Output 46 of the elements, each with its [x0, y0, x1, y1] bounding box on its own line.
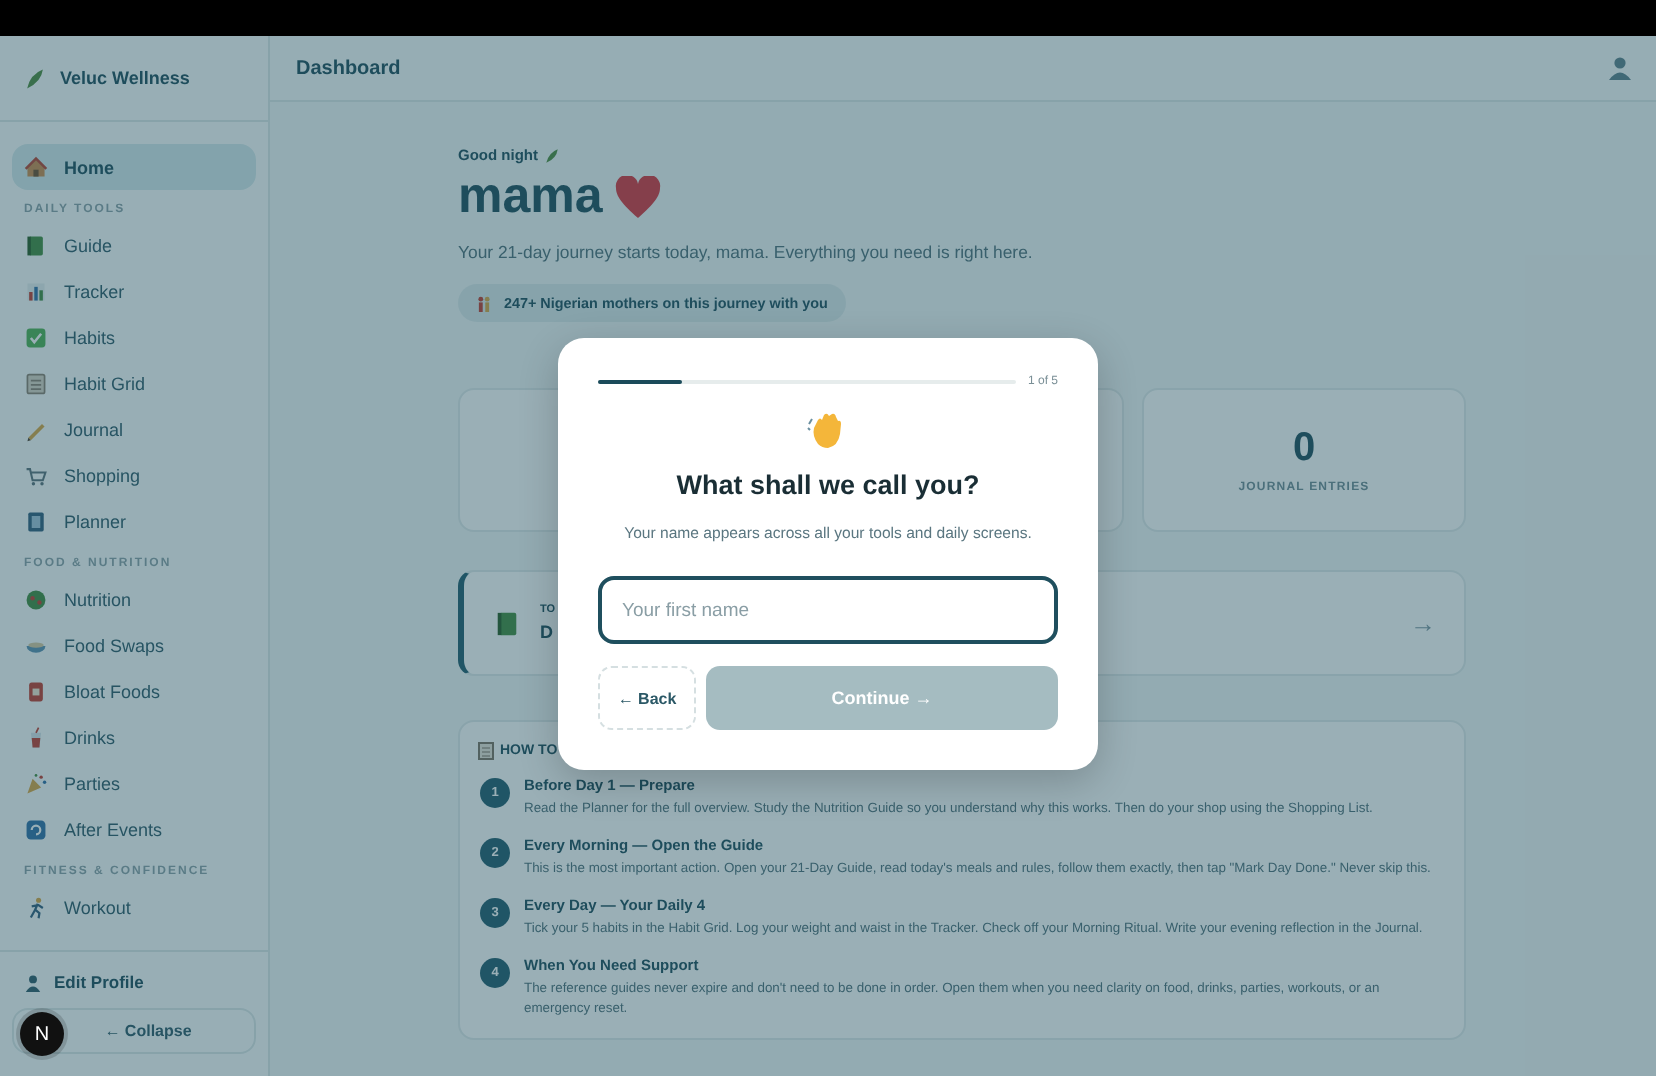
notebook-icon — [24, 509, 48, 533]
nav-item[interactable]: Habits — [12, 314, 256, 360]
name-field[interactable]: Your first name — [598, 576, 1058, 644]
nav-item[interactable]: Food Swaps — [12, 622, 256, 668]
refresh-icon — [24, 817, 48, 841]
page-title: Dashboard — [296, 57, 401, 79]
nav-item[interactable]: Drinks — [12, 714, 256, 760]
intro-text: Your 21-day journey starts today, mama. Everything you need is right here. — [458, 242, 1035, 262]
can-icon — [24, 679, 48, 703]
back-button[interactable]: ← Back — [598, 666, 696, 730]
edit-profile-link[interactable]: Edit Profile — [12, 972, 256, 992]
stat-value: 0 — [1292, 426, 1316, 472]
party-popper-icon — [24, 771, 48, 795]
leaf-icon — [544, 147, 560, 163]
nav-item[interactable]: Bloat Foods — [12, 668, 256, 714]
home-icon — [24, 155, 48, 179]
nav-item[interactable]: Habit Grid — [12, 360, 256, 406]
nav-item[interactable]: Workout — [12, 884, 256, 930]
bar-chart-icon — [24, 279, 48, 303]
people-icon — [476, 295, 492, 311]
person-icon — [24, 973, 42, 991]
nav-item[interactable]: Parties — [12, 760, 256, 806]
user-icon[interactable] — [1608, 56, 1632, 80]
brand-name: Veluc Wellness — [60, 68, 190, 88]
nav-item[interactable]: Planner — [12, 498, 256, 544]
grid-icon — [24, 371, 48, 395]
nav-item[interactable]: Journal — [12, 406, 256, 452]
today-title: D — [540, 622, 553, 642]
user-name: mama — [458, 168, 603, 226]
nav-item[interactable]: Shopping — [12, 452, 256, 498]
runner-icon — [24, 895, 48, 919]
nav-item[interactable]: Guide — [12, 222, 256, 268]
nav-item[interactable]: Home — [12, 144, 256, 190]
nav-item[interactable]: After Events — [12, 806, 256, 852]
book-icon — [494, 609, 520, 637]
heart-icon — [614, 175, 663, 219]
leaf-icon — [24, 67, 46, 89]
dialog-title: What shall we call you? — [676, 470, 980, 500]
book-icon — [24, 233, 48, 257]
notepad-icon — [478, 742, 494, 760]
plate-icon — [24, 587, 48, 611]
checkbox-icon — [24, 325, 48, 349]
nav-item[interactable]: Tracker — [12, 268, 256, 314]
nav-item[interactable]: Nutrition — [12, 576, 256, 622]
arrow-icon: → — [1410, 608, 1436, 638]
cart-icon — [24, 463, 48, 487]
